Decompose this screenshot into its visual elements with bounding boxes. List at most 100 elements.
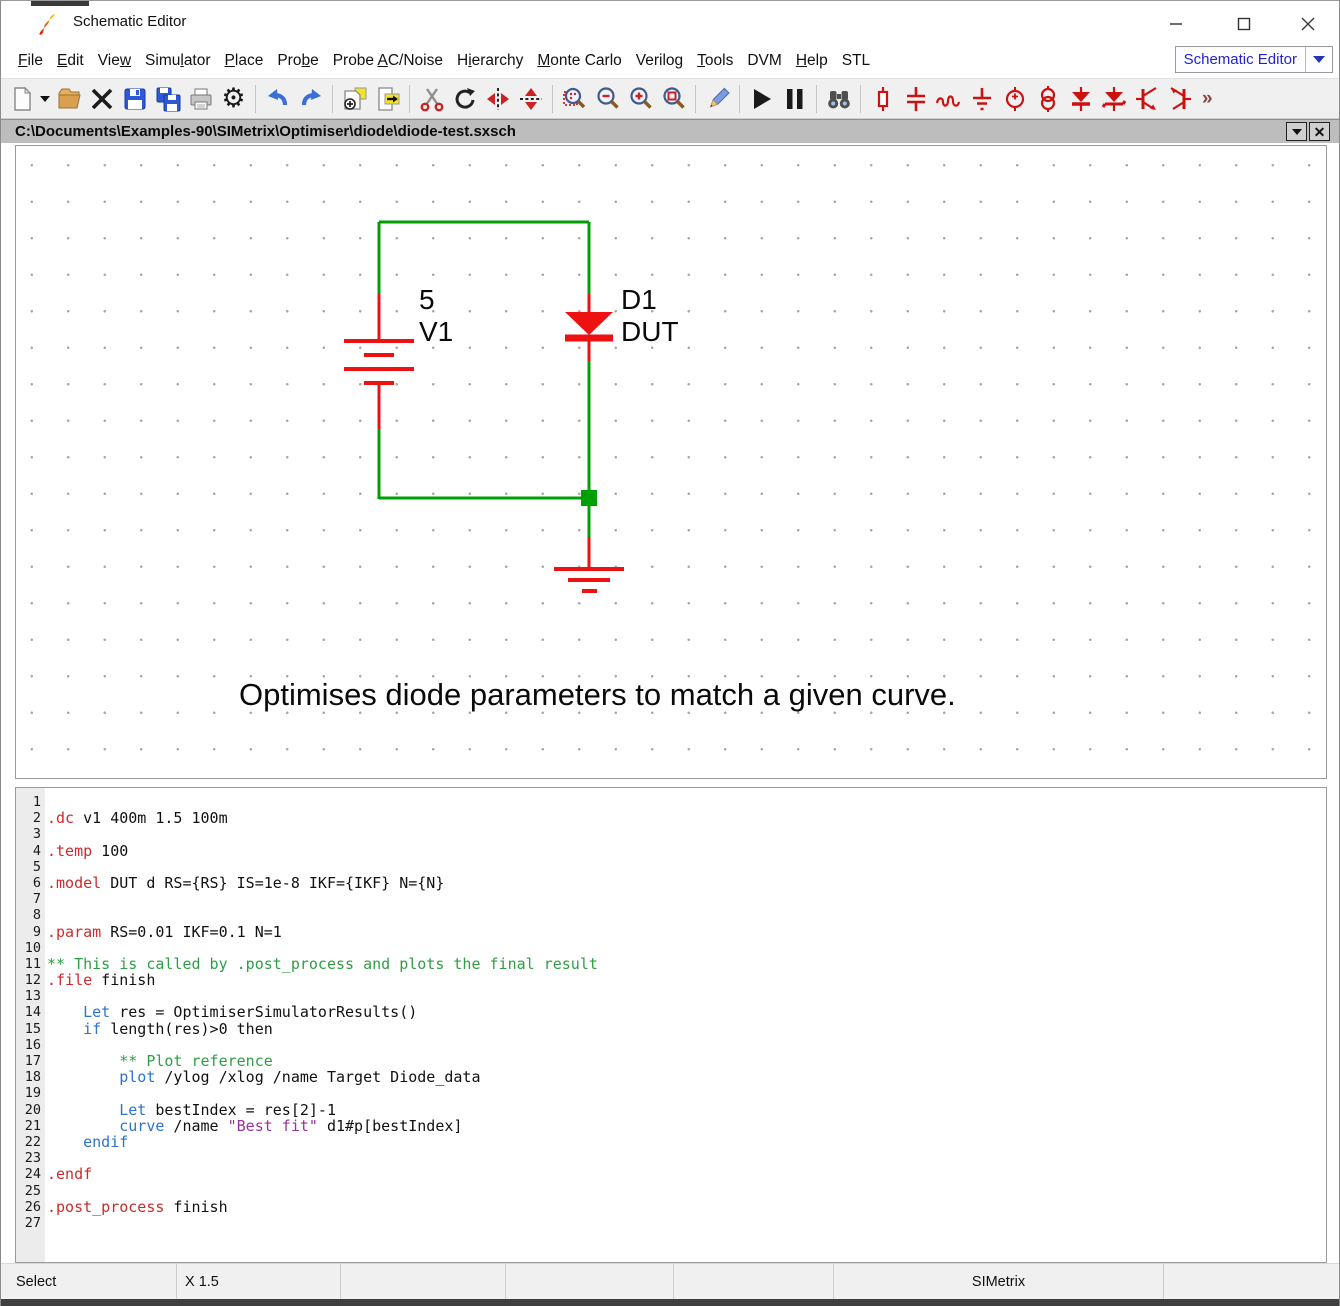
minimize-button[interactable] xyxy=(1153,9,1199,39)
save-all-button[interactable] xyxy=(151,82,184,116)
line-number: 4 xyxy=(16,843,47,859)
gear-icon: ⚙ xyxy=(221,85,245,112)
maximize-button[interactable] xyxy=(1221,9,1267,39)
place-npn-transistor-button[interactable] xyxy=(1130,82,1163,116)
place-inductor-button[interactable] xyxy=(932,82,965,116)
line-number: 7 xyxy=(16,891,47,907)
window-bottom-border xyxy=(1,1299,1339,1306)
status-mode: Select xyxy=(1,1264,177,1300)
paste-into-button[interactable] xyxy=(371,82,404,116)
code-line: 22 endif xyxy=(16,1134,1326,1150)
find-button[interactable] xyxy=(822,82,855,116)
mode-selector-combo[interactable]: Schematic Editor xyxy=(1175,46,1333,73)
menu-item-stl[interactable]: STL xyxy=(835,52,877,70)
place-ground-button[interactable] xyxy=(965,82,998,116)
flip-vertical-button[interactable] xyxy=(514,82,547,116)
place-zener-diode-button[interactable] xyxy=(1097,82,1130,116)
tab-close-button[interactable]: ✕ xyxy=(1309,122,1330,141)
binoculars-icon xyxy=(826,86,852,112)
place-pnp-transistor-button[interactable] xyxy=(1163,82,1196,116)
save-icon xyxy=(122,86,148,112)
close-button[interactable] xyxy=(1285,9,1331,39)
ground-symbol xyxy=(554,537,624,591)
flip-horizontal-button[interactable] xyxy=(481,82,514,116)
line-number: 16 xyxy=(16,1037,47,1053)
line-number: 23 xyxy=(16,1150,47,1166)
code-line: 25 xyxy=(16,1183,1326,1199)
schematic-canvas[interactable]: 5 V1 D1 DUT Optimises diode parameters t… xyxy=(15,145,1327,779)
zoom-in-button[interactable] xyxy=(624,82,657,116)
chevron-down-icon xyxy=(1292,129,1302,135)
code-line: 3 xyxy=(16,826,1326,842)
menu-item-dvm[interactable]: DVM xyxy=(740,52,788,70)
title-bar: Schematic Editor xyxy=(1,0,1339,45)
document-tab-bar: C:\Documents\Examples-90\SIMetrix\Optimi… xyxy=(1,119,1339,143)
menu-item-verilog[interactable]: Verilog xyxy=(629,52,690,70)
undo-button[interactable] xyxy=(261,82,294,116)
code-line: 12.file finish xyxy=(16,972,1326,988)
new-schematic-button[interactable] xyxy=(5,82,38,116)
print-button[interactable] xyxy=(184,82,217,116)
zoom-selection-button[interactable] xyxy=(558,82,591,116)
menu-item-edit[interactable]: Edit xyxy=(50,52,91,70)
netlist-editor[interactable]: 12.dc v1 400m 1.5 100m34.temp 10056.mode… xyxy=(15,787,1327,1263)
zoom-out-button[interactable] xyxy=(591,82,624,116)
scissors-icon xyxy=(419,86,445,112)
menu-item-tools[interactable]: Tools xyxy=(690,52,740,70)
tab-list-button[interactable] xyxy=(1286,122,1307,141)
zener-diode-icon xyxy=(1101,86,1127,112)
copy-add-button[interactable] xyxy=(338,82,371,116)
diode-symbol xyxy=(565,294,613,361)
d1-model-label: DUT xyxy=(621,318,679,346)
place-voltage-source-button[interactable] xyxy=(998,82,1031,116)
d1-ref-label: D1 xyxy=(621,286,657,314)
redo-button[interactable] xyxy=(294,82,327,116)
print-icon xyxy=(188,86,214,112)
line-number: 24 xyxy=(16,1166,47,1182)
menu-item-probe-ac-noise[interactable]: Probe AC/Noise xyxy=(326,52,450,70)
menu-item-place[interactable]: Place xyxy=(218,52,271,70)
menu-item-file[interactable]: File xyxy=(11,52,50,70)
place-resistor-button[interactable] xyxy=(866,82,899,116)
line-number: 6 xyxy=(16,875,47,891)
pause-simulation-button[interactable] xyxy=(778,82,811,116)
place-current-source-button[interactable] xyxy=(1031,82,1064,116)
settings-button[interactable]: ⚙ xyxy=(217,82,250,116)
status-empty-3 xyxy=(674,1264,834,1300)
line-number: 26 xyxy=(16,1199,47,1215)
menu-item-simulator[interactable]: Simulator xyxy=(138,52,218,70)
cut-button[interactable] xyxy=(415,82,448,116)
code-line: 13 xyxy=(16,988,1326,1004)
rotate-button[interactable] xyxy=(448,82,481,116)
save-all-icon xyxy=(155,86,181,112)
line-number: 20 xyxy=(16,1102,47,1118)
copy-add-icon xyxy=(342,86,368,112)
menu-item-monte-carlo[interactable]: Monte Carlo xyxy=(530,52,628,70)
line-number: 18 xyxy=(16,1069,47,1085)
place-capacitor-button[interactable] xyxy=(899,82,932,116)
menu-item-help[interactable]: Help xyxy=(789,52,835,70)
line-number: 17 xyxy=(16,1053,47,1069)
code-line: 14 Let res = OptimiserSimulatorResults() xyxy=(16,1004,1326,1020)
line-number: 1 xyxy=(16,794,47,810)
open-button[interactable] xyxy=(52,82,85,116)
toolbar-overflow-button[interactable]: » xyxy=(1202,88,1213,110)
zoom-area-icon xyxy=(661,86,687,112)
menu-item-view[interactable]: View xyxy=(91,52,138,70)
code-line: 4.temp 100 xyxy=(16,843,1326,859)
edit-pencil-button[interactable] xyxy=(701,82,734,116)
save-button[interactable] xyxy=(118,82,151,116)
zoom-area-button[interactable] xyxy=(657,82,690,116)
menu-item-hierarchy[interactable]: Hierarchy xyxy=(450,52,530,70)
close-sheet-button[interactable] xyxy=(85,82,118,116)
line-number: 22 xyxy=(16,1134,47,1150)
place-diode-button[interactable] xyxy=(1064,82,1097,116)
run-simulation-button[interactable] xyxy=(745,82,778,116)
menu-bar: FileEditViewSimulatorPlaceProbeProbe AC/… xyxy=(1,44,1339,78)
menu-item-probe[interactable]: Probe xyxy=(270,52,325,70)
new-dropdown-button[interactable] xyxy=(38,82,52,116)
line-number: 25 xyxy=(16,1183,47,1199)
line-number: 27 xyxy=(16,1215,47,1231)
code-line: 5 xyxy=(16,859,1326,875)
schematic-caption: Optimises diode parameters to match a gi… xyxy=(239,677,956,713)
